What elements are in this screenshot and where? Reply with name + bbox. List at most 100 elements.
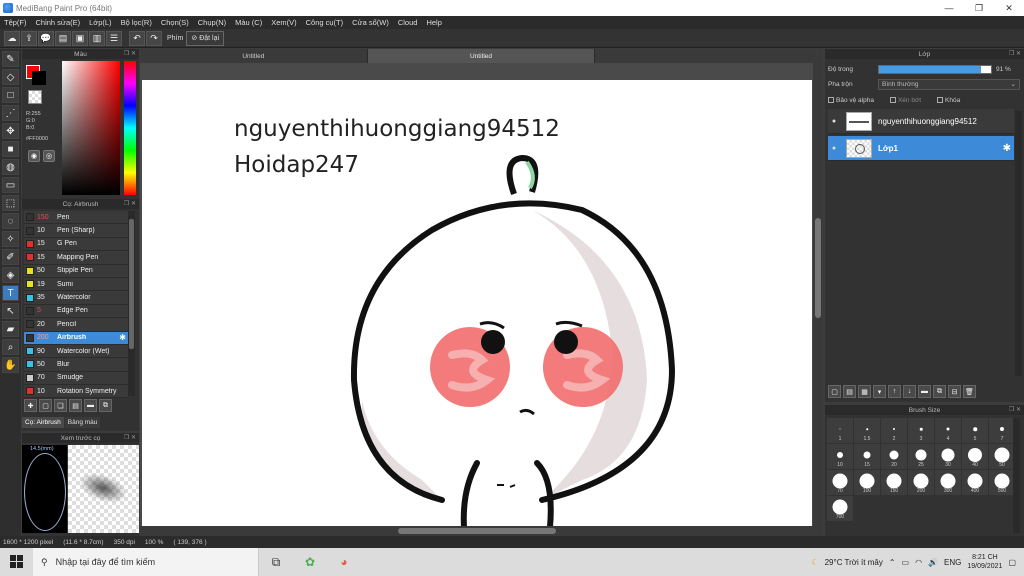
- dot-tool-icon[interactable]: ⋰: [2, 105, 19, 121]
- text-tool-icon[interactable]: T: [2, 285, 19, 301]
- brush-item[interactable]: 50 Blur: [24, 358, 128, 372]
- menu-help[interactable]: Help: [426, 18, 441, 27]
- brush-size-cell[interactable]: 7: [989, 418, 1015, 443]
- tab-document-1[interactable]: Untitled: [140, 49, 368, 63]
- brush-size-cell[interactable]: 25: [908, 444, 934, 469]
- taskbar-search[interactable]: ⚲ Nhập tại đây để tìm kiếm: [33, 548, 259, 576]
- menu-snap[interactable]: Chụp(N): [198, 18, 226, 27]
- eraser-tool-icon[interactable]: ◇: [2, 69, 19, 85]
- comment-icon[interactable]: 💬: [38, 30, 54, 46]
- menu-file[interactable]: Tệp(F): [4, 18, 27, 27]
- fill-rect-tool-icon[interactable]: ■: [2, 141, 19, 157]
- brush-item[interactable]: 50 Stipple Pen: [24, 264, 128, 278]
- brush-item[interactable]: 20 Pencil: [24, 318, 128, 332]
- bucket-tool-icon[interactable]: ◍: [2, 159, 19, 175]
- gear-icon[interactable]: ✱: [119, 333, 126, 342]
- panel-options-icon[interactable]: ❐ ✕: [1009, 50, 1021, 57]
- brush-item[interactable]: 70 Smudge: [24, 371, 128, 386]
- panel-options-icon[interactable]: ❐ ✕: [124, 200, 136, 207]
- menu-select[interactable]: Chọn(S): [161, 18, 189, 27]
- brush-size-cell[interactable]: 5: [962, 418, 988, 443]
- folder-icon[interactable]: ▬: [918, 385, 931, 398]
- brush-item[interactable]: 150 Pen: [24, 211, 128, 225]
- tab-brush[interactable]: Cọ: Airbrush: [22, 417, 64, 428]
- brush-size-cell[interactable]: 30: [935, 444, 961, 469]
- brush-size-cell[interactable]: 15: [854, 444, 880, 469]
- share-icon[interactable]: ⇪: [21, 30, 37, 46]
- eyedropper-icon[interactable]: ⌕: [2, 339, 19, 355]
- brush-item[interactable]: 10 Rotation Symmetry: [24, 385, 128, 399]
- brush-size-cell[interactable]: 1.5: [854, 418, 880, 443]
- reset-button[interactable]: ⊘ Đặt lại: [186, 30, 225, 46]
- brush-size-cell[interactable]: 2: [881, 418, 907, 443]
- select-eraser-icon[interactable]: ◈: [2, 267, 19, 283]
- brush-size-cell[interactable]: 500: [989, 470, 1015, 495]
- panel-options-icon[interactable]: ❐ ✕: [124, 50, 136, 57]
- brush-size-cell[interactable]: 200: [908, 470, 934, 495]
- brush-size-cell[interactable]: 400: [962, 470, 988, 495]
- redo-icon[interactable]: ↷: [146, 30, 162, 46]
- brush-size-cell[interactable]: 50: [989, 444, 1015, 469]
- brush-item[interactable]: 90 Watercolor (Wet): [24, 344, 128, 359]
- brush-size-cell[interactable]: 700: [827, 496, 853, 521]
- select-tool-icon[interactable]: ⬚: [2, 195, 19, 211]
- windows-start-icon[interactable]: [0, 548, 33, 576]
- menu-edit[interactable]: Chỉnh sửa(E): [36, 18, 81, 27]
- add-layer-dropdown-icon[interactable]: ▾: [873, 385, 886, 398]
- brush-item[interactable]: 15 Mapping Pen: [24, 251, 128, 265]
- brush-size-cell[interactable]: 4: [935, 418, 961, 443]
- drawing-canvas[interactable]: nguyenthihuonggiang94512 Hoidap247: [142, 80, 812, 527]
- clock[interactable]: 8:21 CH 19/09/2021: [967, 553, 1002, 571]
- brush-item[interactable]: 10 Pen (Sharp): [24, 224, 128, 238]
- copy-brush-icon[interactable]: ❏: [54, 399, 67, 412]
- new-layer-icon[interactable]: ▢: [828, 385, 841, 398]
- menu-cloud[interactable]: Cloud: [398, 18, 418, 27]
- new-brush-icon[interactable]: ▢: [39, 399, 52, 412]
- export-brush-icon[interactable]: ▤: [69, 399, 82, 412]
- shape-tool-icon[interactable]: □: [2, 87, 19, 103]
- panel-options-icon[interactable]: ❐ ✕: [124, 434, 136, 441]
- network-icon[interactable]: ▭: [902, 558, 910, 567]
- brush-size-cell[interactable]: 40: [962, 444, 988, 469]
- tab-document-2[interactable]: Untitled: [367, 49, 596, 63]
- list-icon[interactable]: ☰: [106, 30, 122, 46]
- lock-checkbox[interactable]: Khóa: [937, 95, 960, 105]
- brush-size-cell[interactable]: 100: [854, 470, 880, 495]
- background-color-swatch[interactable]: [32, 71, 46, 85]
- hue-slider[interactable]: [124, 61, 136, 195]
- cloud-icon[interactable]: ☁: [4, 30, 20, 46]
- brush-size-scrollbar[interactable]: [1013, 418, 1020, 533]
- canvas-horizontal-scrollbar[interactable]: [140, 526, 813, 536]
- layer-scrollbar[interactable]: [1015, 111, 1022, 376]
- weather-text[interactable]: 29°C Trời ít mây: [825, 558, 883, 567]
- brush-tool-icon[interactable]: ✎: [2, 51, 19, 67]
- medibang-taskbar-icon[interactable]: ◕: [327, 548, 361, 576]
- gear-icon[interactable]: ✱: [1003, 143, 1011, 154]
- wifi-icon[interactable]: ◠: [915, 558, 922, 567]
- notifications-icon[interactable]: ▢: [1008, 558, 1016, 567]
- brush-item[interactable]: 5 Edge Pen: [24, 304, 128, 319]
- brush-item[interactable]: 19 Sumi: [24, 277, 128, 292]
- protect-alpha-checkbox[interactable]: Bảo vệ alpha: [828, 95, 874, 105]
- app-green-icon[interactable]: ✿: [293, 548, 327, 576]
- brush-size-cell[interactable]: 10: [827, 444, 853, 469]
- duplicate-icon[interactable]: ⧉: [99, 399, 112, 412]
- palette-add-icon[interactable]: ◎: [43, 150, 55, 162]
- undo-icon[interactable]: ↶: [129, 30, 145, 46]
- brush-size-cell[interactable]: 150: [881, 470, 907, 495]
- palette-icon[interactable]: ◉: [28, 150, 40, 162]
- select-pen-icon[interactable]: ✐: [2, 249, 19, 265]
- opacity-slider[interactable]: [878, 64, 992, 74]
- transparent-swatch[interactable]: [28, 90, 42, 104]
- merge-layer-icon[interactable]: ⊟: [948, 385, 961, 398]
- saturation-value-picker[interactable]: [62, 61, 120, 195]
- trash-icon[interactable]: 🗑: [963, 385, 976, 398]
- operation-tool-icon[interactable]: ↖: [2, 303, 19, 319]
- tab-palette[interactable]: Bảng màu: [64, 417, 101, 428]
- chevron-up-icon[interactable]: ⌃: [889, 558, 896, 567]
- new-halftone-layer-icon[interactable]: ▤: [843, 385, 856, 398]
- layer-row-selected[interactable]: ● Lớp1 ✱: [828, 136, 1014, 161]
- move-layer-up-icon[interactable]: ↑: [888, 385, 901, 398]
- brush-item-selected[interactable]: 200 Airbrush ✱: [24, 331, 128, 345]
- menu-color[interactable]: Màu (C): [235, 18, 262, 27]
